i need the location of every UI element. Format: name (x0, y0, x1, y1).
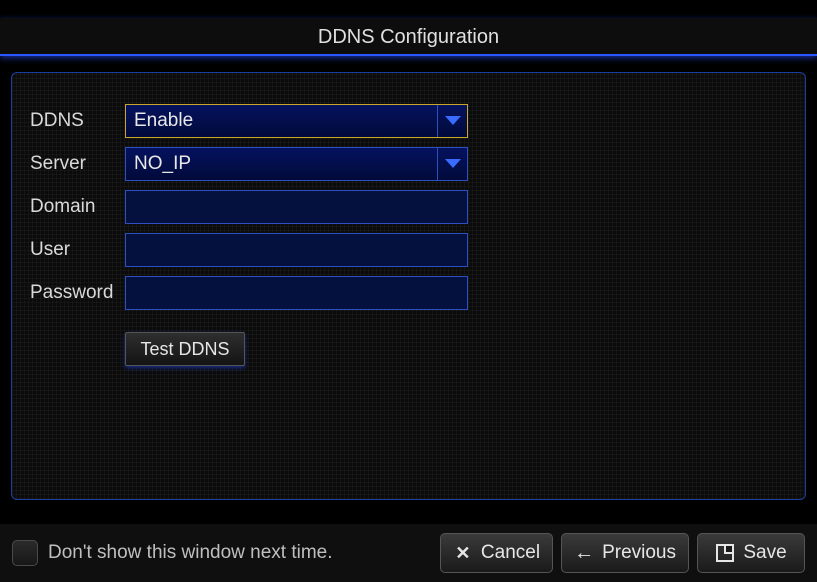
dont-show-label: Don't show this window next time. (48, 542, 333, 564)
server-label: Server (30, 153, 125, 175)
footer-bar: Don't show this window next time. Cancel… (0, 524, 817, 582)
user-input[interactable] (125, 233, 468, 267)
password-label: Password (30, 282, 125, 304)
cancel-button-label: Cancel (481, 542, 540, 564)
save-button-label: Save (743, 542, 786, 564)
save-icon (715, 543, 735, 563)
chevron-down-icon (445, 116, 461, 125)
server-select[interactable]: NO_IP (125, 147, 468, 181)
arrow-left-icon (574, 543, 594, 563)
cancel-button[interactable]: Cancel (440, 533, 553, 573)
previous-button-label: Previous (602, 542, 676, 564)
test-ddns-button[interactable]: Test DDNS (125, 332, 245, 366)
window-top-strip (0, 0, 817, 18)
domain-input[interactable] (125, 190, 468, 224)
dont-show-checkbox[interactable] (12, 540, 38, 566)
config-panel: DDNS Enable Server NO_IP Domain User (11, 72, 806, 500)
title-bar: DDNS Configuration (0, 18, 817, 56)
previous-button[interactable]: Previous (561, 533, 689, 573)
user-label: User (30, 239, 125, 261)
password-input[interactable] (125, 276, 468, 310)
test-ddns-button-label: Test DDNS (140, 339, 229, 359)
domain-label: Domain (30, 196, 125, 218)
chevron-down-icon (445, 159, 461, 168)
ddns-label: DDNS (30, 110, 125, 132)
ddns-select-value: Enable (134, 110, 193, 132)
close-icon (453, 543, 473, 563)
server-select-chevron[interactable] (437, 148, 467, 180)
ddns-select[interactable]: Enable (125, 104, 468, 138)
ddns-select-chevron[interactable] (437, 105, 467, 137)
save-button[interactable]: Save (697, 533, 805, 573)
server-select-value: NO_IP (134, 153, 191, 175)
page-title: DDNS Configuration (318, 26, 499, 48)
